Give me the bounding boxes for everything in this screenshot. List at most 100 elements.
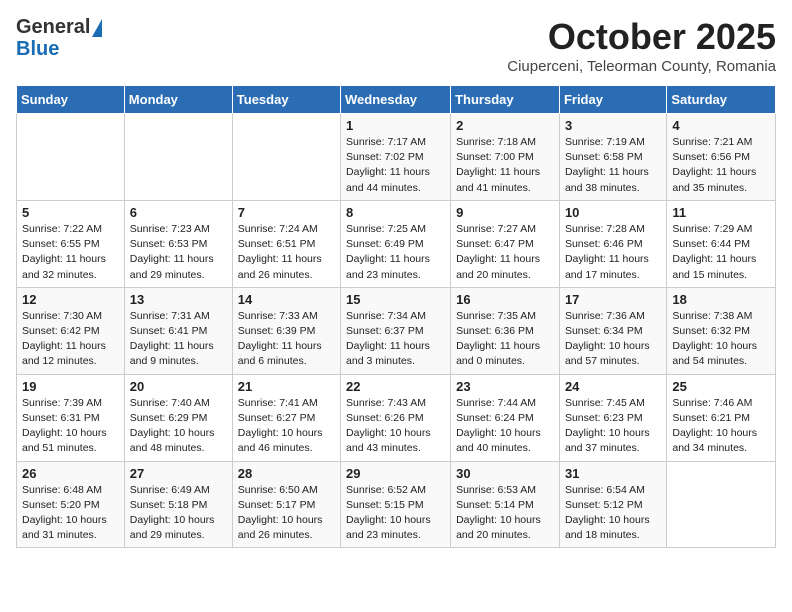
day-number: 29 <box>346 466 445 481</box>
day-number: 19 <box>22 379 119 394</box>
day-cell: 3 Sunrise: 7:19 AM Sunset: 6:58 PM Daylig… <box>559 114 666 201</box>
day-header-tuesday: Tuesday <box>232 86 340 114</box>
day-cell: 20 Sunrise: 7:40 AM Sunset: 6:29 PM Dayli… <box>124 374 232 461</box>
week-row-2: 5 Sunrise: 7:22 AM Sunset: 6:55 PM Daylig… <box>17 200 776 287</box>
day-cell: 18Sunrise: 7:38 AM Sunset: 6:32 PM Dayli… <box>667 287 776 374</box>
day-info: Sunrise: 7:19 AM Sunset: 6:58 PM Dayligh… <box>565 135 661 196</box>
day-header-thursday: Thursday <box>451 86 560 114</box>
day-cell: 19Sunrise: 7:39 AM Sunset: 6:31 PM Dayli… <box>17 374 125 461</box>
title-section: October 2025 Ciuperceni, Teleorman Count… <box>507 16 776 75</box>
day-info: Sunrise: 7:43 AM Sunset: 6:26 PM Dayligh… <box>346 396 445 457</box>
day-number: 23 <box>456 379 554 394</box>
day-info: Sunrise: 6:50 AM Sunset: 5:17 PM Dayligh… <box>238 483 335 544</box>
day-cell: 24 Sunrise: 7:45 AM Sunset: 6:23 PM Dayli… <box>559 374 666 461</box>
day-info: Sunrise: 6:49 AM Sunset: 5:18 PM Dayligh… <box>130 483 227 544</box>
day-info: Sunrise: 6:54 AM Sunset: 5:12 PM Dayligh… <box>565 483 661 544</box>
day-number: 4 <box>672 118 770 133</box>
week-row-5: 26 Sunrise: 6:48 AM Sunset: 5:20 PM Dayli… <box>17 461 776 548</box>
day-number: 8 <box>346 205 445 220</box>
day-number: 13 <box>130 292 227 307</box>
day-cell: 16Sunrise: 7:35 AM Sunset: 6:36 PM Dayli… <box>451 287 560 374</box>
logo-general: General <box>16 16 90 39</box>
day-info: Sunrise: 7:40 AM Sunset: 6:29 PM Dayligh… <box>130 396 227 457</box>
day-number: 11 <box>672 205 770 220</box>
logo-triangle-icon <box>92 19 102 37</box>
day-number: 28 <box>238 466 335 481</box>
day-header-saturday: Saturday <box>667 86 776 114</box>
day-cell: 1 Sunrise: 7:17 AM Sunset: 7:02 PM Daylig… <box>341 114 451 201</box>
day-info: Sunrise: 7:27 AM Sunset: 6:47 PM Dayligh… <box>456 222 554 283</box>
day-cell: 28 Sunrise: 6:50 AM Sunset: 5:17 PM Dayli… <box>232 461 340 548</box>
calendar-body: 1 Sunrise: 7:17 AM Sunset: 7:02 PM Daylig… <box>17 114 776 548</box>
day-number: 26 <box>22 466 119 481</box>
month-title: October 2025 <box>507 16 776 58</box>
day-info: Sunrise: 6:53 AM Sunset: 5:14 PM Dayligh… <box>456 483 554 544</box>
day-number: 14 <box>238 292 335 307</box>
day-info: Sunrise: 7:25 AM Sunset: 6:49 PM Dayligh… <box>346 222 445 283</box>
week-row-4: 19Sunrise: 7:39 AM Sunset: 6:31 PM Dayli… <box>17 374 776 461</box>
day-info: Sunrise: 7:21 AM Sunset: 6:56 PM Dayligh… <box>672 135 770 196</box>
day-number: 9 <box>456 205 554 220</box>
day-info: Sunrise: 7:22 AM Sunset: 6:55 PM Dayligh… <box>22 222 119 283</box>
day-number: 6 <box>130 205 227 220</box>
day-number: 21 <box>238 379 335 394</box>
day-cell: 10 Sunrise: 7:28 AM Sunset: 6:46 PM Dayli… <box>559 200 666 287</box>
day-cell <box>667 461 776 548</box>
day-info: Sunrise: 7:17 AM Sunset: 7:02 PM Dayligh… <box>346 135 445 196</box>
day-number: 24 <box>565 379 661 394</box>
day-info: Sunrise: 7:18 AM Sunset: 7:00 PM Dayligh… <box>456 135 554 196</box>
day-cell: 30Sunrise: 6:53 AM Sunset: 5:14 PM Dayli… <box>451 461 560 548</box>
day-info: Sunrise: 7:45 AM Sunset: 6:23 PM Dayligh… <box>565 396 661 457</box>
day-number: 3 <box>565 118 661 133</box>
day-info: Sunrise: 7:24 AM Sunset: 6:51 PM Dayligh… <box>238 222 335 283</box>
day-info: Sunrise: 7:33 AM Sunset: 6:39 PM Dayligh… <box>238 309 335 370</box>
day-info: Sunrise: 7:44 AM Sunset: 6:24 PM Dayligh… <box>456 396 554 457</box>
day-cell: 8 Sunrise: 7:25 AM Sunset: 6:49 PM Daylig… <box>341 200 451 287</box>
day-number: 20 <box>130 379 227 394</box>
day-number: 10 <box>565 205 661 220</box>
day-number: 15 <box>346 292 445 307</box>
day-cell: 27 Sunrise: 6:49 AM Sunset: 5:18 PM Dayli… <box>124 461 232 548</box>
day-cell: 21Sunrise: 7:41 AM Sunset: 6:27 PM Dayli… <box>232 374 340 461</box>
day-cell: 17Sunrise: 7:36 AM Sunset: 6:34 PM Dayli… <box>559 287 666 374</box>
day-info: Sunrise: 7:29 AM Sunset: 6:44 PM Dayligh… <box>672 222 770 283</box>
day-cell: 13Sunrise: 7:31 AM Sunset: 6:41 PM Dayli… <box>124 287 232 374</box>
day-cell: 29 Sunrise: 6:52 AM Sunset: 5:15 PM Dayli… <box>341 461 451 548</box>
day-cell: 11 Sunrise: 7:29 AM Sunset: 6:44 PM Dayli… <box>667 200 776 287</box>
day-info: Sunrise: 7:30 AM Sunset: 6:42 PM Dayligh… <box>22 309 119 370</box>
day-number: 5 <box>22 205 119 220</box>
day-info: Sunrise: 7:28 AM Sunset: 6:46 PM Dayligh… <box>565 222 661 283</box>
day-cell: 15Sunrise: 7:34 AM Sunset: 6:37 PM Dayli… <box>341 287 451 374</box>
day-info: Sunrise: 6:52 AM Sunset: 5:15 PM Dayligh… <box>346 483 445 544</box>
day-cell <box>232 114 340 201</box>
day-header-friday: Friday <box>559 86 666 114</box>
day-cell: 7Sunrise: 7:24 AM Sunset: 6:51 PM Daylig… <box>232 200 340 287</box>
logo: General Blue <box>16 16 102 59</box>
day-cell: 12 Sunrise: 7:30 AM Sunset: 6:42 PM Dayli… <box>17 287 125 374</box>
week-row-1: 1 Sunrise: 7:17 AM Sunset: 7:02 PM Daylig… <box>17 114 776 201</box>
day-cell: 6 Sunrise: 7:23 AM Sunset: 6:53 PM Daylig… <box>124 200 232 287</box>
day-info: Sunrise: 7:46 AM Sunset: 6:21 PM Dayligh… <box>672 396 770 457</box>
day-cell: 14 Sunrise: 7:33 AM Sunset: 6:39 PM Dayli… <box>232 287 340 374</box>
day-number: 17 <box>565 292 661 307</box>
logo-blue: Blue <box>16 39 59 59</box>
week-row-3: 12 Sunrise: 7:30 AM Sunset: 6:42 PM Dayli… <box>17 287 776 374</box>
day-header-monday: Monday <box>124 86 232 114</box>
calendar-table: SundayMondayTuesdayWednesdayThursdayFrid… <box>16 85 776 548</box>
day-header-wednesday: Wednesday <box>341 86 451 114</box>
day-number: 12 <box>22 292 119 307</box>
day-number: 31 <box>565 466 661 481</box>
day-info: Sunrise: 7:23 AM Sunset: 6:53 PM Dayligh… <box>130 222 227 283</box>
day-cell: 22Sunrise: 7:43 AM Sunset: 6:26 PM Dayli… <box>341 374 451 461</box>
day-number: 2 <box>456 118 554 133</box>
day-info: Sunrise: 6:48 AM Sunset: 5:20 PM Dayligh… <box>22 483 119 544</box>
day-cell: 5 Sunrise: 7:22 AM Sunset: 6:55 PM Daylig… <box>17 200 125 287</box>
day-number: 27 <box>130 466 227 481</box>
calendar-header-row: SundayMondayTuesdayWednesdayThursdayFrid… <box>17 86 776 114</box>
day-cell: 25 Sunrise: 7:46 AM Sunset: 6:21 PM Dayli… <box>667 374 776 461</box>
day-number: 16 <box>456 292 554 307</box>
day-cell: 26 Sunrise: 6:48 AM Sunset: 5:20 PM Dayli… <box>17 461 125 548</box>
day-number: 25 <box>672 379 770 394</box>
day-number: 1 <box>346 118 445 133</box>
location: Ciuperceni, Teleorman County, Romania <box>507 58 776 75</box>
